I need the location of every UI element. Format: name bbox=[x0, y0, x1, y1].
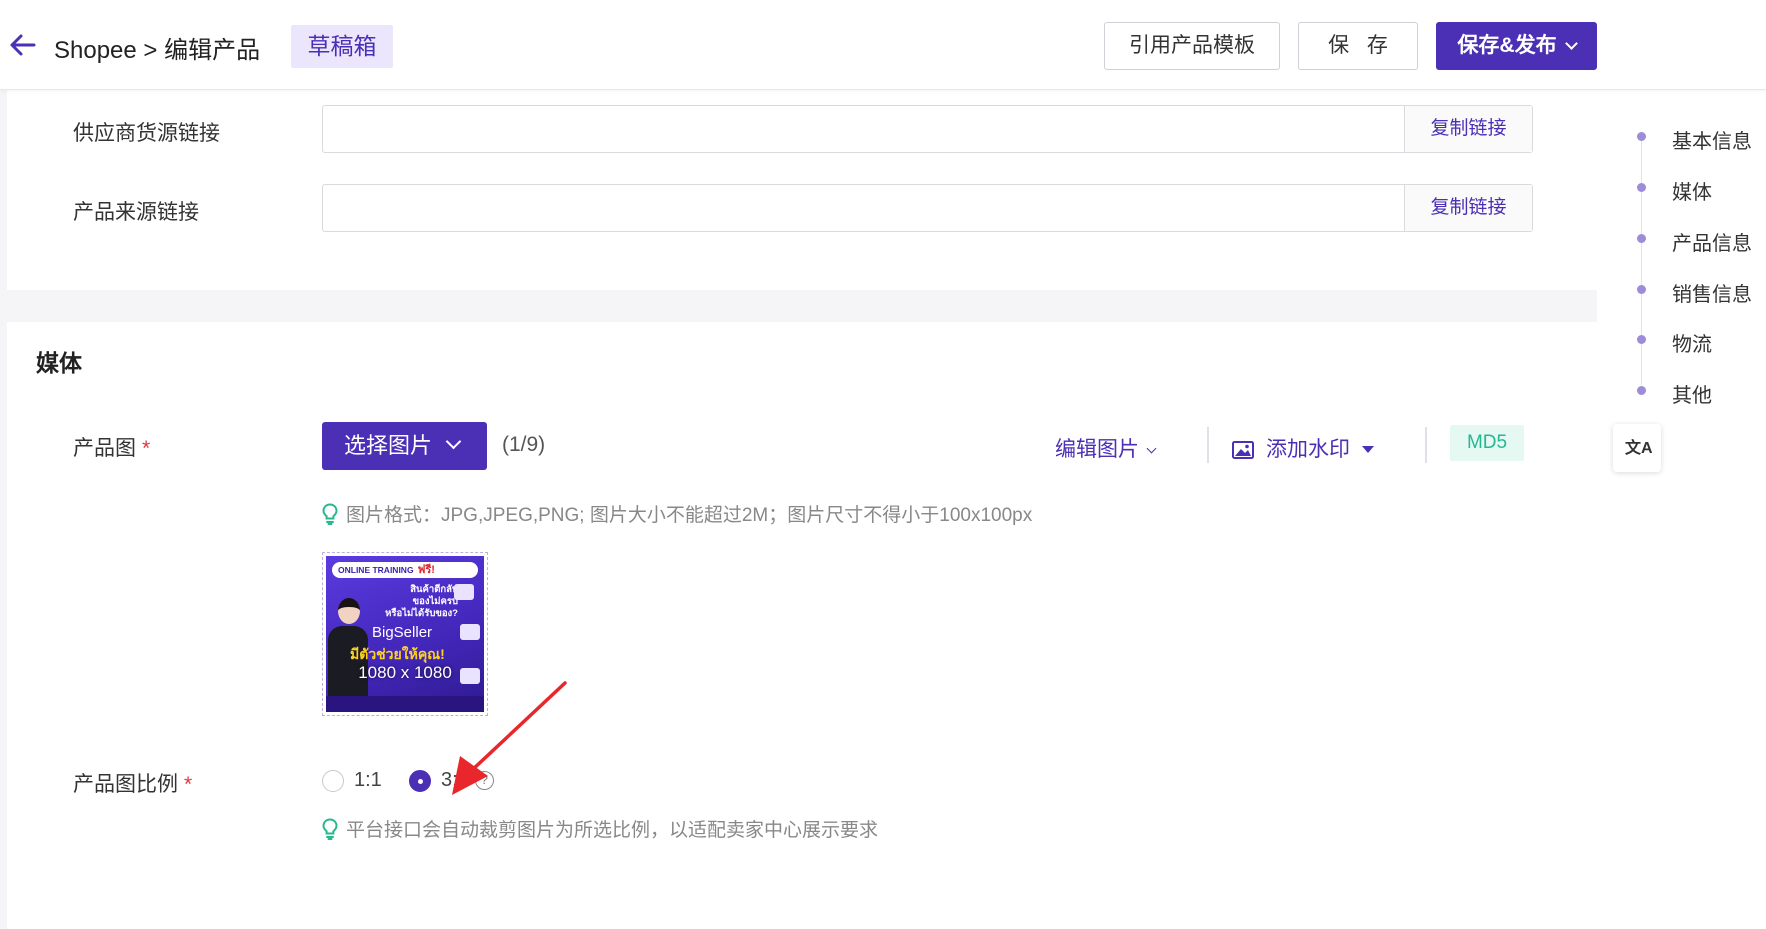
copy-supplier-link-button[interactable]: 复制链接 bbox=[1404, 106, 1532, 152]
image-ratio-label: 产品图比例 * bbox=[73, 768, 192, 798]
thai-line: ของไม่ครบ bbox=[412, 596, 458, 607]
image-icon bbox=[1232, 441, 1254, 459]
lightbulb-icon bbox=[322, 503, 338, 525]
chevron-down-icon bbox=[1146, 443, 1157, 454]
md5-button[interactable]: MD5 bbox=[1450, 425, 1524, 461]
nav-item-sales-info[interactable]: 销售信息 bbox=[1597, 275, 1766, 306]
source-link-field: 复制链接 bbox=[322, 184, 1533, 232]
nav-dot bbox=[1637, 386, 1646, 395]
back-arrow-icon[interactable] bbox=[8, 33, 36, 57]
chevron-down-icon bbox=[1564, 37, 1578, 50]
annotation-arrow-icon bbox=[452, 681, 567, 795]
nav-dot bbox=[1637, 183, 1646, 192]
save-button[interactable]: 保 存 bbox=[1298, 22, 1418, 70]
thai-line: หรือไม่ได้รับของ? bbox=[385, 608, 458, 619]
nav-item-label: 物流 bbox=[1672, 334, 1712, 356]
add-watermark-dropdown[interactable]: 添加水印 bbox=[1232, 433, 1374, 463]
breadcrumb: Shopee > 编辑产品 bbox=[54, 37, 261, 64]
lightbulb-icon bbox=[322, 818, 338, 840]
translate-button[interactable]: 文A bbox=[1613, 424, 1661, 472]
box-icon bbox=[454, 584, 474, 600]
nav-dot bbox=[1637, 285, 1646, 294]
presenter-head bbox=[338, 598, 360, 624]
media-section-title: 媒体 bbox=[36, 350, 82, 376]
radio-3-4[interactable] bbox=[409, 769, 431, 792]
nav-item-media[interactable]: 媒体 bbox=[1597, 173, 1766, 204]
save-publish-button[interactable]: 保存&发布 bbox=[1436, 22, 1597, 70]
product-image-label: 产品图 * bbox=[73, 432, 150, 462]
supplier-link-field: 复制链接 bbox=[322, 105, 1533, 153]
divider bbox=[1425, 427, 1427, 463]
thumbnail-thai-text: สินค้าตีกลับ ของไม่ครบ หรือไม่ได้รับของ? bbox=[372, 584, 458, 620]
ratio-tip: 平台接口会自动裁剪图片为所选比例，以适配卖家中心展示要求 bbox=[322, 815, 878, 842]
nav-item-label: 销售信息 bbox=[1672, 284, 1752, 306]
bigseller-logo-text: BigSeller bbox=[372, 624, 433, 641]
top-header: Shopee > 编辑产品 草稿箱 引用产品模板 保 存 保存&发布 bbox=[0, 0, 1766, 90]
nav-item-label: 基本信息 bbox=[1672, 131, 1752, 153]
nav-dot bbox=[1637, 335, 1646, 344]
caret-down-icon bbox=[1362, 446, 1374, 453]
nav-item-logistics[interactable]: 物流 bbox=[1597, 325, 1766, 356]
select-image-button[interactable]: 选择图片 bbox=[322, 422, 487, 470]
links-panel: 供应商货源链接 复制链接 产品来源链接 复制链接 bbox=[7, 90, 1597, 290]
draft-badge: 草稿箱 bbox=[291, 25, 393, 68]
nav-item-label: 产品信息 bbox=[1672, 233, 1752, 255]
divider bbox=[1207, 427, 1209, 463]
nav-dot bbox=[1637, 132, 1646, 141]
nav-item-basic-info[interactable]: 基本信息 bbox=[1597, 122, 1766, 153]
supplier-link-label: 供应商货源链接 bbox=[73, 122, 220, 145]
product-image-label-text: 产品图 bbox=[73, 437, 136, 460]
thumbnail-banner: ONLINE TRAINING ฟรี! bbox=[332, 562, 478, 578]
media-panel: 媒体 产品图 * 选择图片 (1/9) 编辑图片 添加水印 MD5 图片格式：JP… bbox=[7, 322, 1597, 929]
image-format-tip: 图片格式：JPG,JPEG,PNG; 图片大小不能超过2M；图片尺寸不得小于10… bbox=[322, 500, 1032, 527]
add-watermark-label: 添加水印 bbox=[1266, 438, 1350, 461]
radio-1-1[interactable] bbox=[322, 769, 344, 792]
ratio-option-1-1[interactable]: 1:1 bbox=[322, 769, 382, 792]
source-link-label: 产品来源链接 bbox=[73, 201, 199, 224]
edit-image-dropdown[interactable]: 编辑图片 bbox=[1055, 433, 1157, 463]
nav-dot bbox=[1637, 234, 1646, 243]
edit-image-label: 编辑图片 bbox=[1055, 438, 1139, 461]
copy-source-link-button[interactable]: 复制链接 bbox=[1404, 185, 1532, 231]
image-ratio-label-text: 产品图比例 bbox=[73, 773, 178, 796]
select-image-label: 选择图片 bbox=[344, 433, 433, 458]
supplier-link-input[interactable] bbox=[323, 106, 1406, 152]
required-mark: * bbox=[184, 773, 193, 796]
thumbnail-banner-free: ฟรี! bbox=[417, 564, 435, 576]
translate-icon: 文A bbox=[1625, 440, 1653, 457]
image-format-tip-text: 图片格式：JPG,JPEG,PNG; 图片大小不能超过2M；图片尺寸不得小于10… bbox=[346, 505, 1033, 526]
ratio-tip-text: 平台接口会自动裁剪图片为所选比例，以适配卖家中心展示要求 bbox=[346, 820, 879, 841]
nav-item-label: 媒体 bbox=[1672, 182, 1712, 204]
chevron-down-icon bbox=[445, 433, 462, 450]
required-mark: * bbox=[142, 437, 151, 460]
source-link-input[interactable] bbox=[323, 185, 1406, 231]
nav-item-label: 其他 bbox=[1672, 385, 1712, 407]
save-publish-label: 保存&发布 bbox=[1457, 34, 1557, 57]
box-icon bbox=[460, 624, 480, 640]
section-nav: 基本信息 媒体 产品信息 销售信息 物流 其他 文A bbox=[1597, 90, 1766, 929]
nav-item-product-info[interactable]: 产品信息 bbox=[1597, 224, 1766, 255]
ratio-option-label: 1:1 bbox=[354, 769, 382, 791]
thai-line: สินค้าตีกลับ bbox=[410, 584, 458, 595]
thumbnail-banner-text: ONLINE TRAINING bbox=[338, 565, 414, 575]
use-template-button[interactable]: 引用产品模板 bbox=[1104, 22, 1280, 70]
nav-item-other[interactable]: 其他 bbox=[1597, 376, 1766, 407]
image-count: (1/9) bbox=[502, 433, 546, 456]
bigseller-logo: BigSeller bbox=[372, 624, 432, 641]
